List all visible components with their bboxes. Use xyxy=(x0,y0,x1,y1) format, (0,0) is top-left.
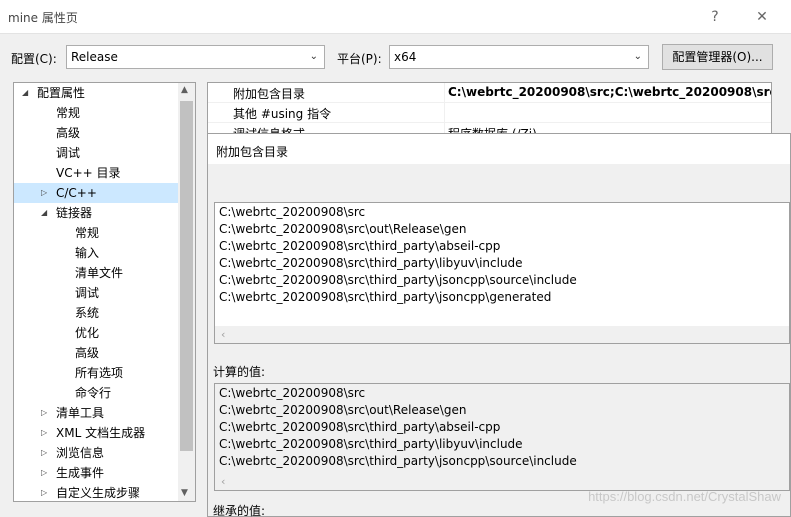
tree-item-linker-manifest[interactable]: 清单文件 xyxy=(14,263,178,283)
inherited-values-label: 继承的值: xyxy=(213,504,266,517)
tree-item-config-properties[interactable]: ◢ 配置属性 xyxy=(14,83,178,103)
include-dir-line[interactable]: C:\webrtc_20200908\src\third_party\libyu… xyxy=(219,255,523,272)
dialog-title: 附加包含目录 xyxy=(216,145,289,159)
tree-item-label: 配置属性 xyxy=(37,86,86,100)
tree-item-linker-general[interactable]: 常规 xyxy=(14,223,178,243)
grid-row-using-directives[interactable]: 其他 #using 指令 xyxy=(208,103,771,123)
computed-line: C:\webrtc_20200908\src xyxy=(219,386,366,400)
computed-line: C:\webrtc_20200908\src\third_party\libyu… xyxy=(219,437,523,451)
scroll-left-icon[interactable]: ‹ xyxy=(221,475,225,488)
tree-item-c-cpp[interactable]: ▷ C/C++ xyxy=(14,183,178,203)
expand-icon[interactable]: ▷ xyxy=(41,483,47,501)
include-dir-line[interactable]: C:\webrtc_20200908\src\third_party\jsonc… xyxy=(219,272,577,289)
tree-item-build-events[interactable]: ▷ 生成事件 xyxy=(14,463,178,483)
tree-item-linker-input[interactable]: 输入 xyxy=(14,243,178,263)
grid-row-additional-include-dirs[interactable]: 附加包含目录 C:\webrtc_20200908\src;C:\webrtc_… xyxy=(208,83,771,103)
tree-item-label: 高级 xyxy=(75,346,100,360)
tree-item-label: VC++ 目录 xyxy=(56,166,121,180)
tree-item-label: 清单文件 xyxy=(75,266,124,280)
tree-item-label: 命令行 xyxy=(75,386,112,400)
scroll-down-icon[interactable]: ▼ xyxy=(181,488,188,498)
tree-item-label: 常规 xyxy=(75,226,100,240)
help-button[interactable]: ? xyxy=(703,6,727,28)
tree-item-linker-debugging[interactable]: 调试 xyxy=(14,283,178,303)
include-dirs-editor[interactable]: C:\webrtc_20200908\src C:\webrtc_2020090… xyxy=(214,202,790,344)
computed-line: C:\webrtc_20200908\src\out\Release\gen xyxy=(219,403,467,417)
tree-item-custom-build-step[interactable]: ▷ 自定义生成步骤 xyxy=(14,483,178,501)
tree-item-label: 链接器 xyxy=(56,206,93,220)
include-dir-line[interactable]: C:\webrtc_20200908\src\third_party\absei… xyxy=(219,238,500,255)
tree-item-label: 调试 xyxy=(75,286,100,300)
tree-item-advanced[interactable]: 高级 xyxy=(14,123,178,143)
computed-values-box: C:\webrtc_20200908\src C:\webrtc_2020090… xyxy=(214,383,790,491)
tree-item-linker-all-options[interactable]: 所有选项 xyxy=(14,363,178,383)
grid-row-name: 附加包含目录 xyxy=(233,87,306,101)
tree-item-vc-directories[interactable]: VC++ 目录 xyxy=(14,163,178,183)
grid-row-name: 其他 #using 指令 xyxy=(233,107,332,121)
tree-item-label: 调试 xyxy=(56,146,81,160)
include-dir-line[interactable]: C:\webrtc_20200908\src\third_party\jsonc… xyxy=(219,289,551,306)
expand-icon[interactable]: ▷ xyxy=(41,403,47,423)
collapse-icon[interactable]: ◢ xyxy=(41,203,47,223)
config-manager-button[interactable]: 配置管理器(O)... xyxy=(662,44,773,70)
tree-item-linker[interactable]: ◢ 链接器 xyxy=(14,203,178,223)
property-tree[interactable]: ◢ 配置属性 常规 高级 调试 VC++ 目录 ▷ C/C++ ◢ 链接器 常规… xyxy=(13,82,196,502)
collapse-icon[interactable]: ◢ xyxy=(22,83,28,103)
scrollbar-thumb[interactable] xyxy=(180,101,193,451)
config-select-value: Release xyxy=(71,50,118,64)
tree-item-label: 自定义生成步骤 xyxy=(56,486,141,500)
tree-item-debugging[interactable]: 调试 xyxy=(14,143,178,163)
platform-select[interactable]: x64 ⌄ xyxy=(389,45,649,69)
tree-item-linker-optimization[interactable]: 优化 xyxy=(14,323,178,343)
chevron-down-icon: ⌄ xyxy=(633,51,642,62)
tree-item-linker-system[interactable]: 系统 xyxy=(14,303,178,323)
platform-select-value: x64 xyxy=(394,50,417,64)
tree-item-label: 优化 xyxy=(75,326,100,340)
tree-item-label: C/C++ xyxy=(56,186,97,200)
watermark: https://blog.csdn.net/CrystalShaw xyxy=(588,489,781,504)
config-label: 配置(C): xyxy=(11,52,57,66)
close-button[interactable]: ✕ xyxy=(750,6,774,28)
tree-item-general[interactable]: 常规 xyxy=(14,103,178,123)
computed-values-label: 计算的值: xyxy=(213,365,266,379)
title-bar: mine 属性页 ? ✕ xyxy=(0,0,791,34)
chevron-down-icon: ⌄ xyxy=(309,51,318,62)
expand-icon[interactable]: ▷ xyxy=(41,183,47,203)
grid-row-value: C:\webrtc_20200908\src;C:\webrtc_2020090… xyxy=(448,85,771,99)
scroll-up-icon[interactable]: ▲ xyxy=(181,85,188,95)
expand-icon[interactable]: ▷ xyxy=(41,443,47,463)
tree-scrollbar[interactable]: ▲ ▼ xyxy=(178,83,195,501)
include-dir-line[interactable]: C:\webrtc_20200908\src xyxy=(219,204,365,221)
tree-item-label: 清单工具 xyxy=(56,406,105,420)
computed-line: C:\webrtc_20200908\src\third_party\absei… xyxy=(219,420,501,434)
tree-item-manifest-tool[interactable]: ▷ 清单工具 xyxy=(14,403,178,423)
tree-item-label: 浏览信息 xyxy=(56,446,105,460)
expand-icon[interactable]: ▷ xyxy=(41,423,47,443)
tree-item-label: 输入 xyxy=(75,246,100,260)
scroll-left-icon[interactable]: ‹ xyxy=(221,328,225,341)
tree-item-label: 高级 xyxy=(56,126,81,140)
tree-item-xml-doc-generator[interactable]: ▷ XML 文档生成器 xyxy=(14,423,178,443)
tree-item-browse-info[interactable]: ▷ 浏览信息 xyxy=(14,443,178,463)
expand-icon[interactable]: ▷ xyxy=(41,463,47,483)
editor-hscrollbar[interactable]: ‹ xyxy=(215,326,789,343)
tree-item-linker-command-line[interactable]: 命令行 xyxy=(14,383,178,403)
window-title: mine 属性页 xyxy=(8,11,78,25)
tree-item-linker-advanced[interactable]: 高级 xyxy=(14,343,178,363)
tree-item-label: 系统 xyxy=(75,306,100,320)
property-grid: 附加包含目录 C:\webrtc_20200908\src;C:\webrtc_… xyxy=(207,82,772,134)
tree-item-label: 所有选项 xyxy=(75,366,124,380)
include-dirs-dialog: 附加包含目录 C:\webrtc_20200908\src C:\webrtc_… xyxy=(207,133,791,517)
tree-item-label: 生成事件 xyxy=(56,466,105,480)
computed-hscrollbar[interactable]: ‹ xyxy=(215,473,789,490)
dialog-header: 附加包含目录 xyxy=(208,134,790,164)
computed-line: C:\webrtc_20200908\src\third_party\jsonc… xyxy=(219,454,577,468)
config-select[interactable]: Release ⌄ xyxy=(66,45,325,69)
tree-item-label: 常规 xyxy=(56,106,81,120)
platform-label: 平台(P): xyxy=(337,52,382,66)
include-dir-line[interactable]: C:\webrtc_20200908\src\out\Release\gen xyxy=(219,221,466,238)
tree-item-label: XML 文档生成器 xyxy=(56,426,146,440)
